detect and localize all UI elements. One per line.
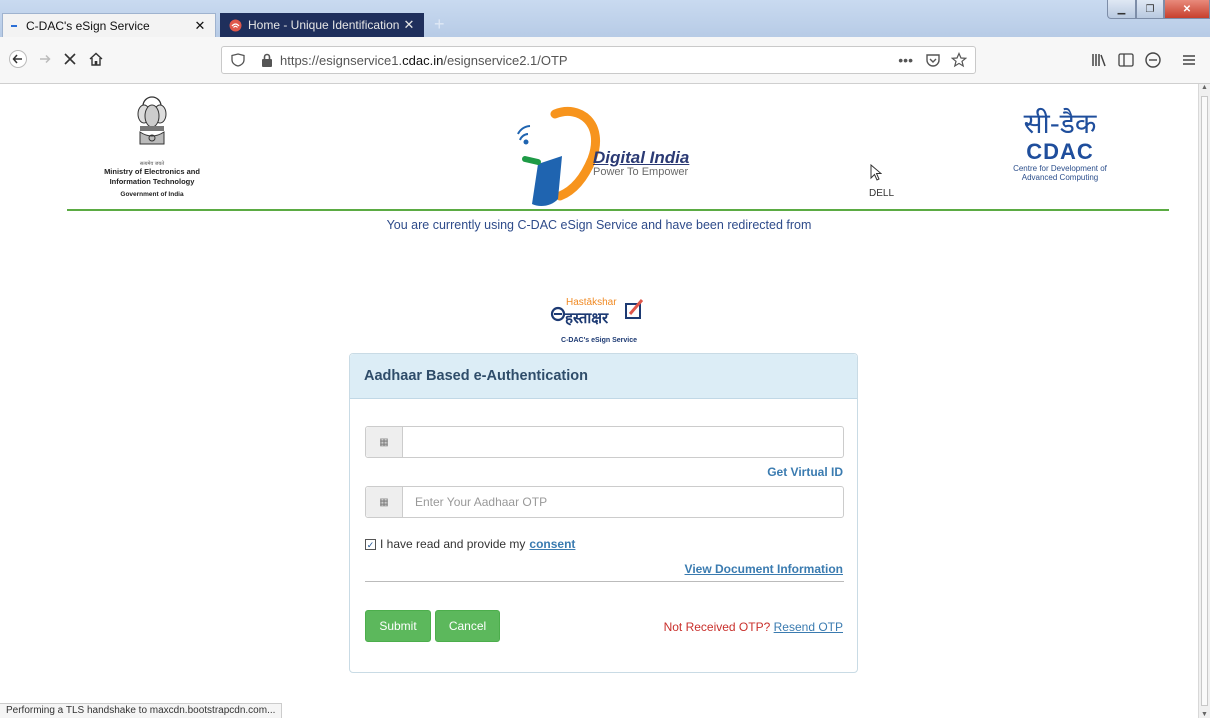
tracking-shield-icon[interactable] [230,52,254,68]
account-button[interactable] [1140,47,1166,73]
account-icon [1145,52,1161,68]
id-card-icon: ▦ [366,427,403,457]
cdac-desc-line2: Advanced Computing [1021,173,1099,182]
hamburger-menu-icon [1183,55,1195,65]
tab-close-icon[interactable]: ✕ [402,17,416,33]
hastakshar-graphic: Hastākshar हस्ताक्षर [550,297,644,327]
navigation-toolbar: https://esignservice1.cdac.in/esignservi… [0,37,1210,84]
page-scrollbar[interactable]: ▲ ▼ [1198,84,1210,718]
page-content: सत्यमेव जयते Ministry of Electronics and… [0,84,1198,718]
hastakshar-logo: Hastākshar हस्ताक्षर C-DAC's eSign Servi… [534,292,664,344]
back-arrow-icon [9,50,27,68]
get-virtual-id-link[interactable]: Get Virtual ID [767,465,843,479]
header-divider [67,209,1169,211]
hastakshar-latin: Hastākshar [566,297,617,308]
ministry-name-line2: Information Technology [109,177,195,186]
back-button[interactable] [6,47,30,71]
home-icon [89,52,103,66]
cursor-label: DELL [869,188,895,199]
ministry-emblem-block: सत्यमेव जयते Ministry of Electronics and… [92,94,212,200]
close-window-button[interactable]: ✕ [1164,0,1210,19]
id-card-icon: ▦ [366,487,403,517]
lock-icon[interactable] [260,52,274,68]
not-received-otp: Not Received OTP? Resend OTP [664,620,843,634]
authentication-panel: Aadhaar Based e-Authentication ▦ Get Vir… [349,353,858,673]
government-label: Government of India [120,191,184,198]
browser-tab-strip: C-DAC's eSign Service ✕ Home - Unique Id… [0,0,1210,37]
resend-otp-link[interactable]: Resend OTP [774,620,843,634]
submit-button[interactable]: Submit [365,610,431,642]
tab-favicon-icon [11,24,17,27]
form-divider [365,581,844,582]
maximize-button[interactable]: ❐ [1136,0,1164,19]
window-controls: ▁ ❐ ✕ [1107,0,1210,19]
consent-link[interactable]: consent [529,537,575,551]
tab-cdac-esign[interactable]: C-DAC's eSign Service ✕ [2,13,216,37]
cdac-name: CDAC [1026,139,1094,164]
view-document-link[interactable]: View Document Information [685,562,843,576]
stop-button[interactable] [58,47,82,71]
national-emblem-icon [137,96,167,145]
home-button[interactable] [84,47,108,71]
status-bar: Performing a TLS handshake to maxcdn.boo… [0,703,283,718]
scroll-down-icon[interactable]: ▼ [1201,711,1208,718]
cdac-logo: सी-डैक CDAC Centre for Development of Ad… [1000,107,1120,183]
sidebar-button[interactable] [1113,47,1139,73]
digital-india-title: Digital India [593,148,690,167]
tab-title: Home - Unique Identification / [248,18,402,32]
hastakshar-subtitle: C-DAC's eSign Service [561,337,637,344]
bookmark-star-icon[interactable] [951,52,967,68]
forward-button[interactable] [33,47,57,71]
hastakshar-hindi: हस्ताक्षर [564,309,609,327]
mouse-cursor-icon [870,164,882,181]
digital-india-tagline: Power To Empower [593,166,689,178]
consent-checkbox[interactable]: ✓ [365,538,376,550]
panel-title: Aadhaar Based e-Authentication [350,354,857,399]
scroll-up-icon[interactable]: ▲ [1201,84,1208,91]
otp-placeholder: Enter Your Aadhaar OTP [415,495,548,509]
forward-arrow-icon [40,54,51,64]
new-tab-button[interactable]: + [434,14,445,35]
loading-icon [228,18,242,32]
tab-title: C-DAC's eSign Service [26,18,150,33]
page-actions-icon[interactable]: ••• [898,52,913,68]
cdac-desc-line1: Centre for Development of [1013,164,1107,173]
library-button[interactable] [1086,47,1112,73]
ministry-name-line1: Ministry of Electronics and [104,167,200,176]
cancel-button[interactable]: Cancel [435,610,500,642]
consent-text: I have read and provide my [380,537,526,551]
scrollbar-thumb[interactable] [1201,96,1208,706]
tab-uidai-home[interactable]: Home - Unique Identification / ✕ [220,13,424,37]
library-icon [1092,54,1106,67]
cdac-hindi-name: सी-डैक [1023,107,1097,140]
aadhaar-number-field[interactable]: ▦ [365,426,844,458]
minimize-button[interactable]: ▁ [1107,0,1136,19]
tab-close-icon[interactable]: ✕ [193,18,207,34]
not-received-text: Not Received OTP? [663,620,771,634]
stop-icon [64,53,76,65]
redirect-message: You are currently using C-DAC eSign Serv… [386,218,812,232]
otp-input[interactable]: ▦ Enter Your Aadhaar OTP [365,486,844,518]
url-host: cdac.in [402,52,444,68]
address-bar[interactable]: https://esignservice1.cdac.in/esignservi… [221,46,976,74]
url-text: https://esignservice1.cdac.in/esignservi… [280,53,568,68]
url-path: /esignservice2.1/OTP [443,52,568,68]
sidebar-icon [1118,53,1134,67]
consent-row: ✓ I have read and provide my consent [365,537,575,551]
pocket-icon[interactable] [925,52,941,68]
url-prefix: https://esignservice1. [280,52,403,68]
menu-button[interactable] [1176,47,1202,73]
